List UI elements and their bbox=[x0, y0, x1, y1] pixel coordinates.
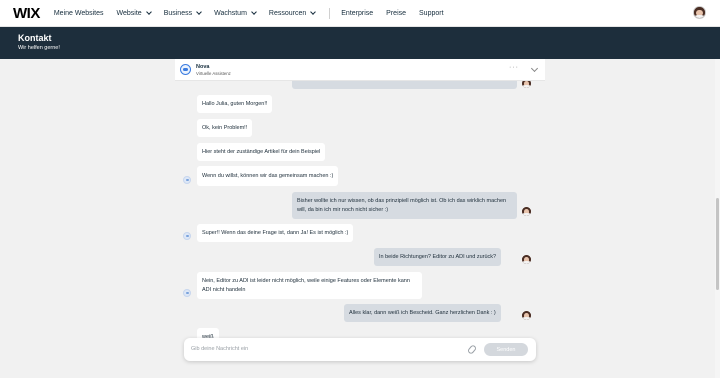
message-text: Hier steht der zuständige Artikel für de… bbox=[202, 148, 321, 155]
bot-avatar-icon bbox=[180, 64, 191, 75]
nav-item-label: Enterprise bbox=[341, 9, 374, 17]
message-text: In beide Richtungen? Editor zu ADI und z… bbox=[379, 253, 497, 260]
message-text: Nein, Editor zu ADI ist leider nicht mög… bbox=[202, 278, 410, 293]
chat-message-user: Bisher wollte ich nur wissen, ob das pri… bbox=[292, 192, 517, 219]
send-button[interactable]: Senden bbox=[484, 343, 528, 356]
bot-subtitle: Virtuelle Assistenz bbox=[196, 71, 231, 76]
nav-item-label: Preise bbox=[386, 9, 407, 17]
user-avatar[interactable] bbox=[693, 6, 706, 19]
message-text: Wenn du willst, können wir das gemeinsam… bbox=[202, 172, 334, 179]
chat-message-user bbox=[292, 81, 517, 89]
chat-message-bot: Hier steht der zuständige Artikel für de… bbox=[197, 143, 326, 161]
nav-item-meine-websites[interactable]: Meine Websites bbox=[54, 10, 104, 17]
chat-message-user: Alles klar, dann weiß ich Bescheid. Ganz… bbox=[344, 304, 501, 322]
wix-logo[interactable]: WIX bbox=[13, 5, 40, 22]
chat-message-bot: Ok, kein Problem!! bbox=[197, 119, 253, 137]
nav-item-label: Ressourcen bbox=[268, 9, 307, 17]
paperclip-icon[interactable] bbox=[466, 344, 478, 355]
chevron-down-icon bbox=[310, 8, 317, 15]
nav-item-label: Wachstum bbox=[214, 9, 247, 17]
bot-message-avatar-icon bbox=[183, 289, 191, 297]
nav-item-website[interactable]: Website bbox=[116, 8, 152, 17]
message-text: Super!! Wenn das deine Frage ist, dann J… bbox=[202, 229, 349, 236]
nav-item-label: Support bbox=[419, 9, 444, 17]
nav-item-label: Website bbox=[116, 9, 142, 17]
nav-item-support[interactable]: Support bbox=[419, 10, 444, 17]
chevron-down-icon bbox=[251, 8, 257, 15]
top-navigation: WIX Meine Websites Website Business Wach… bbox=[0, 0, 720, 27]
message-text: Hallo Julia, guten Morgen!! bbox=[202, 100, 268, 107]
chevron-down-icon bbox=[145, 8, 152, 15]
user-message-avatar bbox=[522, 255, 531, 264]
message-composer: Gib deine Nachricht ein Senden bbox=[184, 338, 536, 361]
chat-message-bot: Hallo Julia, guten Morgen!! bbox=[197, 95, 273, 113]
message-text: Alles klar, dann weiß ich Bescheid. Ganz… bbox=[349, 309, 496, 316]
nav-item-business[interactable]: Business bbox=[163, 8, 202, 17]
chat-message-bot: Wenn du willst, können wir das gemeinsam… bbox=[197, 166, 339, 186]
nav-item-label: Business bbox=[163, 9, 193, 17]
page-subtitle: Wir helfen gerne! bbox=[18, 45, 60, 51]
nav-item-wachstum[interactable]: Wachstum bbox=[214, 8, 257, 17]
avatar-body bbox=[694, 14, 705, 18]
nav-item-ressourcen[interactable]: Ressourcen bbox=[268, 8, 317, 17]
chat-message-bot: Nein, Editor zu ADI ist leider nicht mög… bbox=[197, 272, 422, 299]
bot-message-avatar-icon bbox=[183, 232, 191, 240]
more-dots-icon[interactable]: ··· bbox=[509, 64, 519, 71]
chat-message-bot: Super!! Wenn das deine Frage ist, dann J… bbox=[197, 224, 354, 242]
user-message-avatar bbox=[522, 311, 531, 320]
nav-divider bbox=[329, 7, 331, 19]
chat-message-user: In beide Richtungen? Editor zu ADI und z… bbox=[374, 248, 502, 266]
nav-item-preise[interactable]: Preise bbox=[386, 10, 406, 17]
bot-name: Nova bbox=[196, 64, 210, 70]
page-title: Kontakt bbox=[18, 33, 52, 43]
bot-message-avatar-icon bbox=[183, 176, 191, 184]
message-text: Bisher wollte ich nur wissen, ob das pri… bbox=[297, 198, 507, 213]
nav-item-label: Meine Websites bbox=[53, 9, 104, 17]
chat-transcript[interactable]: Hallo Julia, guten Morgen!! Ok, kein Pro… bbox=[175, 81, 545, 341]
page-scrollbar-thumb[interactable] bbox=[716, 198, 719, 290]
message-text: Ok, kein Problem!! bbox=[202, 124, 248, 131]
nav-item-enterprise[interactable]: Enterprise bbox=[341, 10, 373, 17]
chevron-down-icon bbox=[196, 8, 202, 15]
page-header-band: Kontakt Wir helfen gerne! bbox=[0, 27, 720, 59]
chat-header: Nova Virtuelle Assistenz ··· bbox=[175, 59, 545, 81]
user-message-avatar bbox=[522, 81, 531, 88]
message-input[interactable]: Gib deine Nachricht ein bbox=[191, 346, 248, 352]
user-message-avatar bbox=[522, 207, 531, 216]
chevron-down-icon[interactable] bbox=[530, 64, 539, 73]
